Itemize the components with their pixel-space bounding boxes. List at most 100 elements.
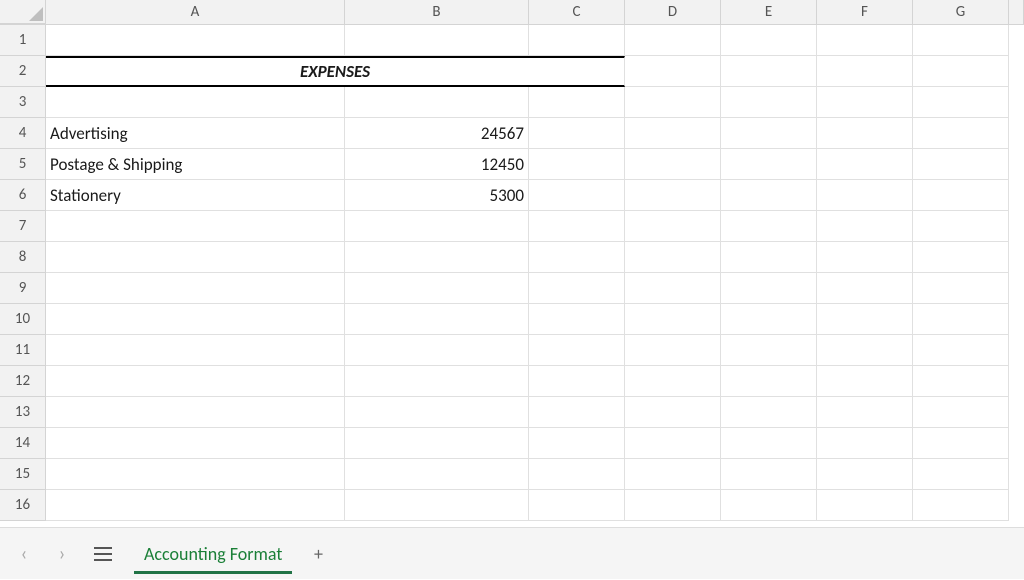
cell-f16[interactable] — [817, 490, 913, 521]
add-sheet-button[interactable]: + — [306, 543, 330, 565]
col-header-b[interactable]: B — [345, 0, 529, 24]
cell-e8[interactable] — [721, 242, 817, 273]
prev-sheet-button[interactable]: ‹ — [12, 542, 36, 566]
cell-c3[interactable] — [529, 87, 625, 118]
cell-c15[interactable] — [529, 459, 625, 490]
cell-a1[interactable] — [46, 25, 345, 56]
cell-e9[interactable] — [721, 273, 817, 304]
row-header-9[interactable]: 9 — [0, 273, 46, 304]
cell-e11[interactable] — [721, 335, 817, 366]
cell-a13[interactable] — [46, 397, 345, 428]
cell-g4[interactable] — [913, 118, 1009, 149]
cell-b11[interactable] — [345, 335, 529, 366]
cell-f13[interactable] — [817, 397, 913, 428]
cell-b14[interactable] — [345, 428, 529, 459]
row-header-11[interactable]: 11 — [0, 335, 46, 366]
cell-e10[interactable] — [721, 304, 817, 335]
cell-g13[interactable] — [913, 397, 1009, 428]
row-header-2[interactable]: 2 — [0, 56, 46, 87]
cell-c12[interactable] — [529, 366, 625, 397]
cell-a8[interactable] — [46, 242, 345, 273]
cell-e16[interactable] — [721, 490, 817, 521]
row-header-3[interactable]: 3 — [0, 87, 46, 118]
cell-g15[interactable] — [913, 459, 1009, 490]
cell-b13[interactable] — [345, 397, 529, 428]
cell-b4[interactable]: 24567 — [345, 118, 529, 149]
cell-g16[interactable] — [913, 490, 1009, 521]
cell-d14[interactable] — [625, 428, 721, 459]
cell-a9[interactable] — [46, 273, 345, 304]
cell-c9[interactable] — [529, 273, 625, 304]
cell-b9[interactable] — [345, 273, 529, 304]
cell-d12[interactable] — [625, 366, 721, 397]
cell-d7[interactable] — [625, 211, 721, 242]
cell-g8[interactable] — [913, 242, 1009, 273]
col-header-g[interactable]: G — [913, 0, 1009, 24]
cell-b6[interactable]: 5300 — [345, 180, 529, 211]
cell-g14[interactable] — [913, 428, 1009, 459]
col-header-d[interactable]: D — [625, 0, 721, 24]
cell-d9[interactable] — [625, 273, 721, 304]
cell-e1[interactable] — [721, 25, 817, 56]
cell-b5[interactable]: 12450 — [345, 149, 529, 180]
cell-f10[interactable] — [817, 304, 913, 335]
cell-g3[interactable] — [913, 87, 1009, 118]
cell-f15[interactable] — [817, 459, 913, 490]
cell-c8[interactable] — [529, 242, 625, 273]
col-header-c[interactable]: C — [529, 0, 625, 24]
cell-e3[interactable] — [721, 87, 817, 118]
cell-d16[interactable] — [625, 490, 721, 521]
row-header-8[interactable]: 8 — [0, 242, 46, 273]
cell-g11[interactable] — [913, 335, 1009, 366]
cell-b1[interactable] — [345, 25, 529, 56]
col-header-f[interactable]: F — [817, 0, 913, 24]
cell-f12[interactable] — [817, 366, 913, 397]
cell-header-merged[interactable]: EXPENSES — [46, 56, 625, 87]
cell-c5[interactable] — [529, 149, 625, 180]
row-header-1[interactable]: 1 — [0, 25, 46, 56]
select-all-corner[interactable] — [0, 0, 46, 24]
cell-e13[interactable] — [721, 397, 817, 428]
row-header-7[interactable]: 7 — [0, 211, 46, 242]
cell-c11[interactable] — [529, 335, 625, 366]
cell-a15[interactable] — [46, 459, 345, 490]
cell-a3[interactable] — [46, 87, 345, 118]
cell-f8[interactable] — [817, 242, 913, 273]
row-header-16[interactable]: 16 — [0, 490, 46, 521]
cell-a11[interactable] — [46, 335, 345, 366]
row-header-12[interactable]: 12 — [0, 366, 46, 397]
cell-g7[interactable] — [913, 211, 1009, 242]
cell-c16[interactable] — [529, 490, 625, 521]
all-sheets-icon[interactable] — [94, 547, 112, 561]
cell-f4[interactable] — [817, 118, 913, 149]
cell-g5[interactable] — [913, 149, 1009, 180]
cell-a16[interactable] — [46, 490, 345, 521]
cell-f3[interactable] — [817, 87, 913, 118]
col-header-a[interactable]: A — [46, 0, 345, 24]
cell-c13[interactable] — [529, 397, 625, 428]
sheet-tab-active[interactable]: Accounting Format — [134, 528, 292, 580]
cell-d6[interactable] — [625, 180, 721, 211]
cell-c4[interactable] — [529, 118, 625, 149]
cell-d8[interactable] — [625, 242, 721, 273]
cell-e6[interactable] — [721, 180, 817, 211]
cell-f5[interactable] — [817, 149, 913, 180]
cell-g9[interactable] — [913, 273, 1009, 304]
cell-d11[interactable] — [625, 335, 721, 366]
cell-a4[interactable]: Advertising — [46, 118, 345, 149]
cell-e15[interactable] — [721, 459, 817, 490]
cell-d15[interactable] — [625, 459, 721, 490]
cell-e5[interactable] — [721, 149, 817, 180]
cell-f11[interactable] — [817, 335, 913, 366]
cell-a10[interactable] — [46, 304, 345, 335]
cell-d1[interactable] — [625, 25, 721, 56]
row-header-15[interactable]: 15 — [0, 459, 46, 490]
cell-b3[interactable] — [345, 87, 529, 118]
cell-a5[interactable]: Postage & Shipping — [46, 149, 345, 180]
cell-c6[interactable] — [529, 180, 625, 211]
cell-a12[interactable] — [46, 366, 345, 397]
row-header-5[interactable]: 5 — [0, 149, 46, 180]
cell-g1[interactable] — [913, 25, 1009, 56]
cell-c14[interactable] — [529, 428, 625, 459]
row-header-13[interactable]: 13 — [0, 397, 46, 428]
